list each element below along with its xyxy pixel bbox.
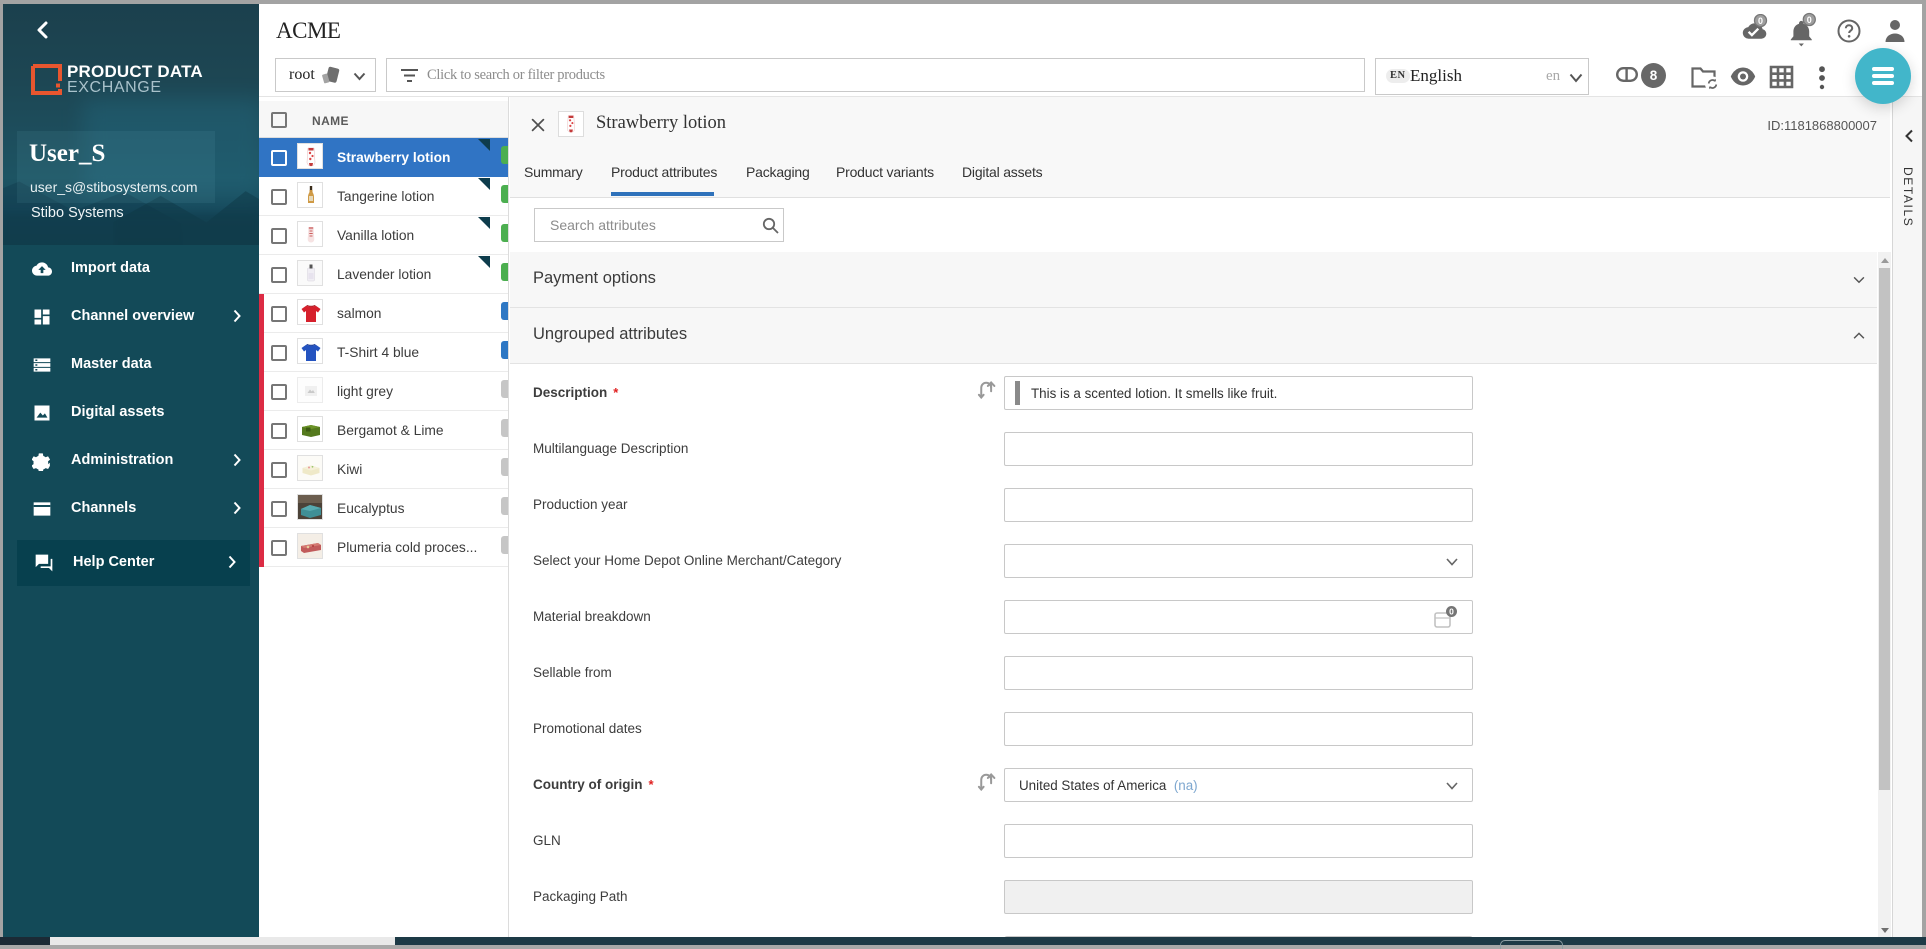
svg-text:0: 0 bbox=[1449, 607, 1454, 617]
svg-text:0: 0 bbox=[1758, 16, 1763, 26]
svg-text:0: 0 bbox=[1807, 15, 1812, 25]
